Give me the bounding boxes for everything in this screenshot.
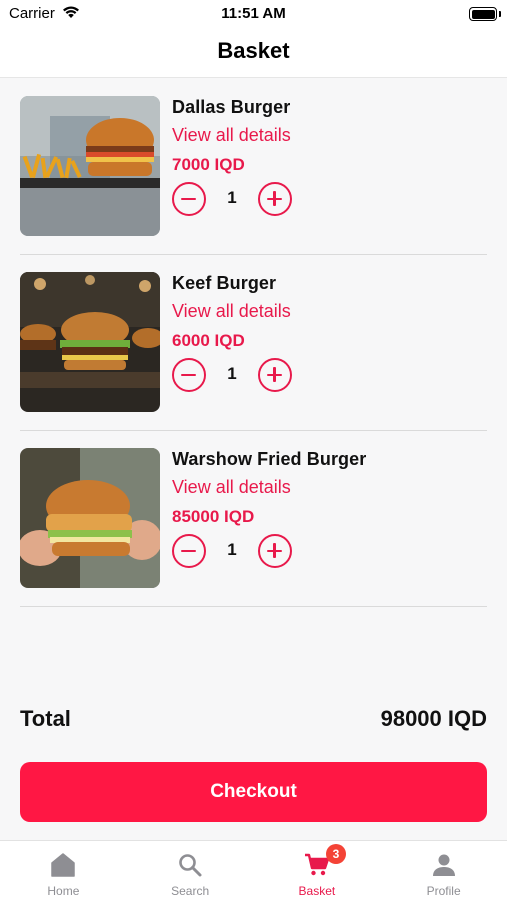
search-icon bbox=[177, 852, 203, 878]
checkout-button[interactable]: Checkout bbox=[20, 762, 487, 822]
tab-label: Home bbox=[47, 884, 80, 898]
decrease-quantity-button[interactable] bbox=[172, 182, 206, 216]
item-info: Dallas Burger View all details 7000 IQD bbox=[172, 97, 291, 175]
tab-bar: Home Search Basket Profile bbox=[0, 840, 507, 900]
item-name: Dallas Burger bbox=[172, 97, 291, 117]
warshow-fried-burger-photo[interactable] bbox=[20, 448, 160, 588]
item-price: 7000 IQD bbox=[172, 155, 245, 174]
basket-item: Dallas Burger View all details 7000 IQD … bbox=[20, 79, 487, 255]
keef-burger-photo[interactable] bbox=[20, 272, 160, 412]
decrease-quantity-button[interactable] bbox=[172, 358, 206, 392]
minus-icon bbox=[181, 549, 196, 552]
nav-header: Basket bbox=[0, 28, 507, 78]
status-bar: Carrier 11:51 AM bbox=[0, 0, 507, 28]
item-price: 85000 IQD bbox=[172, 507, 255, 526]
page-title: Basket bbox=[217, 38, 290, 63]
total-value: 98000 IQD bbox=[380, 706, 487, 731]
item-name: Warshow Fried Burger bbox=[172, 449, 367, 469]
status-time: 11:51 AM bbox=[221, 5, 286, 22]
increase-quantity-button[interactable] bbox=[258, 358, 292, 392]
basket-item: Warshow Fried Burger View all details 85… bbox=[20, 431, 487, 607]
increase-quantity-button[interactable] bbox=[258, 182, 292, 216]
item-price: 6000 IQD bbox=[172, 331, 245, 350]
total-label: Total bbox=[20, 706, 71, 731]
tab-label: Profile bbox=[426, 884, 461, 898]
battery-icon bbox=[469, 7, 497, 21]
item-info: Keef Burger View all details 6000 IQD bbox=[172, 273, 291, 351]
view-details-link[interactable]: View all details bbox=[172, 477, 366, 498]
decrease-quantity-button[interactable] bbox=[172, 534, 206, 568]
tab-label: Search bbox=[171, 884, 210, 898]
quantity-value: 1 bbox=[227, 188, 237, 207]
view-details-link[interactable]: View all details bbox=[172, 301, 291, 322]
basket-item: Keef Burger View all details 6000 IQD 1 bbox=[20, 255, 487, 431]
basket-list: Dallas Burger View all details 7000 IQD … bbox=[20, 79, 487, 607]
item-name: Keef Burger bbox=[172, 273, 277, 293]
item-info: Warshow Fried Burger View all details 85… bbox=[172, 449, 366, 527]
quantity-value: 1 bbox=[227, 364, 237, 383]
tab-profile[interactable]: Profile bbox=[380, 841, 507, 900]
quantity-value: 1 bbox=[227, 540, 237, 559]
basket-count-badge: 3 bbox=[326, 844, 346, 864]
quantity-stepper: 1 bbox=[172, 182, 302, 216]
tab-label: Basket bbox=[298, 884, 336, 898]
quantity-stepper: 1 bbox=[172, 358, 302, 392]
minus-icon bbox=[181, 373, 196, 376]
dallas-burger-photo[interactable] bbox=[20, 96, 160, 236]
home-icon bbox=[50, 852, 76, 878]
tab-home[interactable]: Home bbox=[0, 841, 127, 900]
tab-basket[interactable]: Basket bbox=[254, 841, 381, 900]
minus-icon bbox=[181, 197, 196, 200]
increase-quantity-button[interactable] bbox=[258, 534, 292, 568]
person-icon bbox=[431, 852, 457, 878]
battery-cap bbox=[499, 11, 501, 17]
quantity-stepper: 1 bbox=[172, 534, 302, 568]
tab-search[interactable]: Search bbox=[127, 841, 254, 900]
view-details-link[interactable]: View all details bbox=[172, 125, 291, 146]
total-row: Total 98000 IQD bbox=[20, 706, 487, 736]
